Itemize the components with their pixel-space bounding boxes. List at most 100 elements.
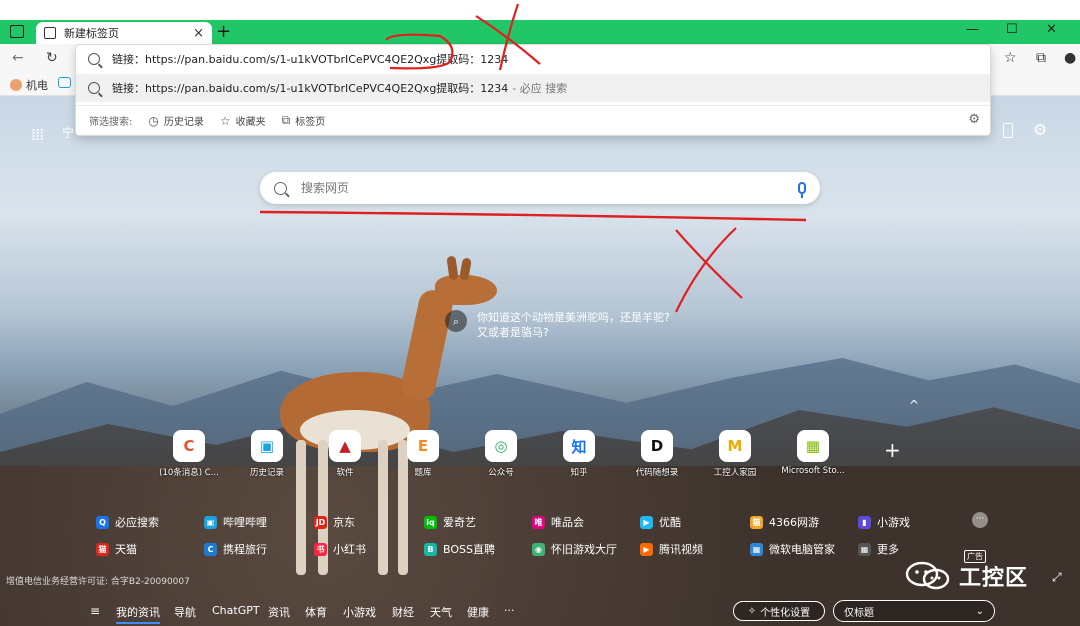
quick-link-tile[interactable]: ◎ 公众号: [462, 430, 540, 478]
hamburger-menu-icon[interactable]: ≡: [90, 604, 100, 618]
collapse-chevron-icon[interactable]: ^: [909, 398, 919, 412]
site-link[interactable]: ▶ 优酷: [640, 514, 681, 530]
expand-icon[interactable]: ⤢: [1052, 570, 1062, 585]
bilibili-tv-icon: [58, 77, 71, 88]
feed-tab[interactable]: 财经: [392, 604, 414, 620]
gear-icon[interactable]: ⚙: [968, 112, 980, 127]
search-input[interactable]: [301, 181, 798, 195]
site-label: 携程旅行: [223, 543, 267, 556]
site-favicon-icon: ▶: [640, 542, 653, 556]
feed-tab[interactable]: 资讯: [268, 604, 290, 620]
site-favicon-icon: C: [204, 542, 217, 556]
quick-link-tile[interactable]: 知知乎: [540, 430, 618, 478]
bookmark-item[interactable]: 机电: [10, 77, 48, 93]
site-favicon-icon: ▣: [204, 515, 217, 529]
microphone-icon[interactable]: [798, 182, 806, 198]
quick-link-tile[interactable]: E 题库: [384, 430, 462, 478]
feed-tab[interactable]: 健康: [467, 604, 489, 620]
personalize-button[interactable]: ✧ 个性化设置: [733, 601, 825, 621]
site-link[interactable]: ▣ 哔哩哔哩: [204, 514, 267, 530]
tab-new-tab[interactable]: 新建标签页 ×: [36, 22, 212, 44]
collections-icon[interactable]: ⧉: [1036, 50, 1046, 66]
filter-history[interactable]: ◷ 历史记录: [148, 113, 203, 129]
site-label: 怀旧游戏大厅: [551, 543, 617, 556]
site-label: 4366网游: [769, 516, 819, 529]
phone-icon[interactable]: [1003, 123, 1013, 138]
site-link[interactable]: 猫天猫: [96, 541, 137, 557]
feed-tab[interactable]: 天气: [430, 604, 452, 620]
site-label: 必应搜索: [115, 516, 159, 529]
license-text: 增值电信业务经营许可证: 合字B2-20090007: [6, 577, 190, 587]
quick-link-label: 工控人家园: [713, 468, 757, 478]
close-window-button[interactable]: ✕: [1046, 22, 1057, 37]
quick-link-tile[interactable]: ▣ 历史记录: [228, 430, 306, 478]
page-settings-gear-icon[interactable]: ⚙: [1033, 120, 1047, 139]
quick-link-icon: E: [407, 430, 439, 462]
site-link[interactable]: ◉ 怀旧游戏大厅: [532, 541, 617, 557]
filter-favorites[interactable]: ☆ 收藏夹: [220, 113, 266, 129]
site-favicon-icon: iq: [424, 515, 437, 529]
feed-tab[interactable]: ···: [504, 604, 515, 617]
feed-tab[interactable]: 我的资讯: [116, 604, 160, 624]
page-search-box[interactable]: [260, 172, 820, 204]
filter-search-row: 筛选搜索: ◷ 历史记录 ☆ 收藏夹 ⧉ 标签页 ⚙: [76, 105, 990, 135]
quick-link-tile[interactable]: M 工控人家园: [696, 430, 774, 478]
feed-tab[interactable]: 体育: [305, 604, 327, 620]
site-link[interactable]: iq 爱奇艺: [424, 514, 476, 530]
feed-tab[interactable]: ChatGPT: [212, 604, 260, 617]
quick-link-label: 题库: [414, 468, 432, 478]
tab-close-icon[interactable]: ×: [193, 26, 204, 41]
quick-link-icon: M: [719, 430, 751, 462]
image-info[interactable]: ⌕ 你知道这个动物是美洲驼吗，还是羊驼?又或者是骆马?: [445, 310, 675, 340]
address-bar-dropdown: 链接：https://pan.baidu.com/s/1-u1kVOTbrICe…: [75, 44, 991, 136]
quick-link-label: Microsoft Sto...: [781, 466, 845, 476]
weather-city[interactable]: 宁: [62, 124, 74, 141]
minimize-button[interactable]: —: [966, 22, 979, 37]
site-label: 小红书: [333, 543, 366, 556]
add-quick-link-button[interactable]: +: [884, 438, 901, 462]
quick-link-tile[interactable]: D 代码随想录: [618, 430, 696, 478]
quick-link-label: (10条消息) C...: [159, 468, 219, 478]
new-tab-button[interactable]: +: [216, 21, 231, 42]
maximize-button[interactable]: ☐: [1006, 22, 1018, 37]
address-input-row[interactable]: 链接：https://pan.baidu.com/s/1-u1kVOTbrICe…: [76, 45, 990, 73]
apps-grid-icon[interactable]: ⁞⁞⁞: [31, 125, 44, 144]
filter-tabs[interactable]: ⧉ 标签页: [282, 113, 326, 128]
site-link[interactable]: B BOSS直聘: [424, 541, 495, 557]
quick-link-icon: ▦: [797, 430, 829, 462]
favorites-star-icon[interactable]: ☆: [1004, 50, 1017, 66]
search-suggestion[interactable]: 链接：https://pan.baidu.com/s/1-u1kVOTbrICe…: [76, 74, 990, 102]
headline-mode-select[interactable]: 仅标题 ⌄: [833, 600, 995, 622]
site-link[interactable]: JD 京东: [314, 514, 355, 530]
visual-search-icon[interactable]: ⌕: [445, 310, 467, 332]
site-link[interactable]: 唯唯品会: [532, 514, 584, 530]
feed-tab[interactable]: 小游戏: [343, 604, 376, 620]
search-icon: [88, 53, 100, 65]
more-options-icon[interactable]: ···: [972, 512, 988, 528]
site-label: 腾讯视频: [659, 543, 703, 556]
site-link[interactable]: 猫 4366网游: [750, 514, 819, 530]
site-link[interactable]: ▮ 小游戏: [858, 514, 910, 530]
site-link[interactable]: C 携程旅行: [204, 541, 267, 557]
site-link[interactable]: ▦ 微软电脑管家: [750, 541, 835, 557]
site-link[interactable]: Q 必应搜索: [96, 514, 159, 530]
profile-avatar[interactable]: ●: [1064, 50, 1076, 66]
suggestion-hint: - 必应 搜索: [512, 82, 568, 95]
site-favicon-icon: ▦: [750, 542, 763, 556]
quick-link-tile[interactable]: C (10条消息) C...: [150, 430, 228, 478]
site-link[interactable]: ▦ 更多: [858, 541, 899, 557]
window-menu-icon[interactable]: [10, 25, 24, 38]
back-arrow-icon[interactable]: ←: [12, 50, 24, 66]
quick-link-label: 公众号: [488, 468, 514, 478]
address-input[interactable]: 链接：https://pan.baidu.com/s/1-u1kVOTbrICe…: [112, 51, 508, 67]
feed-tab[interactable]: 导航: [174, 604, 196, 620]
site-link[interactable]: 书小红书: [314, 541, 366, 557]
site-link[interactable]: ▶ 腾讯视频: [640, 541, 703, 557]
refresh-icon[interactable]: ↻: [46, 50, 58, 66]
site-favicon-icon: Q: [96, 515, 109, 529]
site-favicon-icon: B: [424, 542, 437, 556]
bookmark-bilibili[interactable]: [58, 77, 71, 88]
quick-link-tile[interactable]: ▦ Microsoft Sto...: [774, 430, 852, 476]
site-label: 哔哩哔哩: [223, 516, 267, 529]
quick-link-tile[interactable]: ▲ 软件: [306, 430, 384, 478]
